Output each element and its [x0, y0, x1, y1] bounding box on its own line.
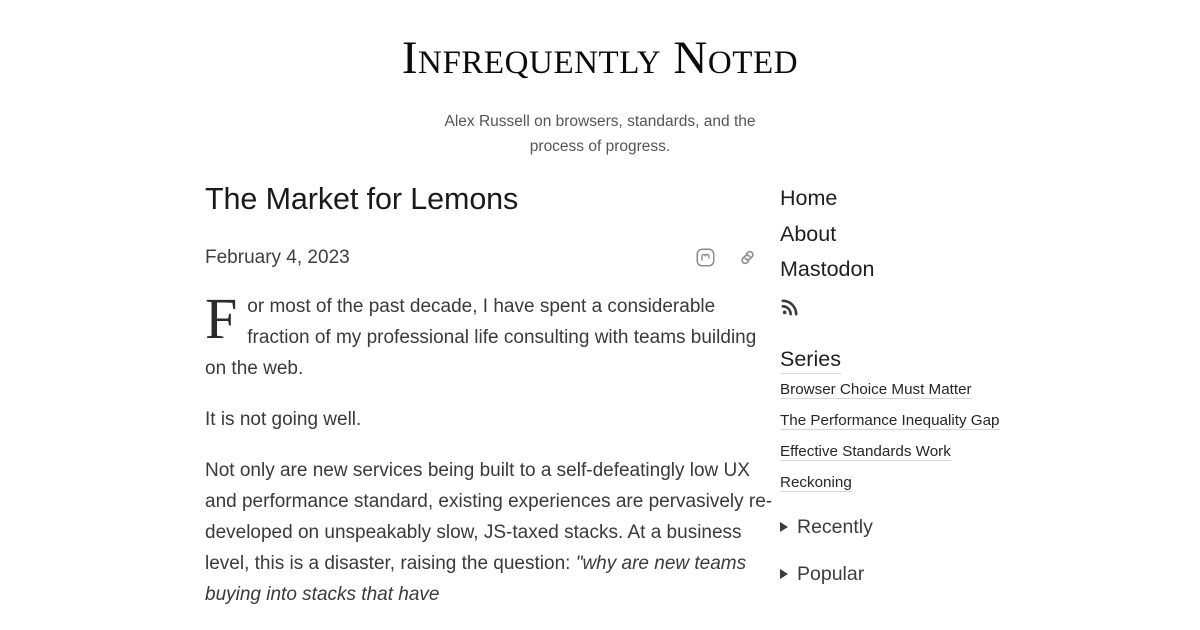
- series-link-performance-inequality-gap[interactable]: The Performance Inequality Gap: [780, 411, 1000, 430]
- post-title: The Market for Lemons: [205, 182, 519, 217]
- disclosure-label: Recently: [797, 515, 873, 538]
- post-paragraph: Not only are new services being built to…: [205, 455, 780, 610]
- nav-list: Home About Mastodon: [780, 181, 1000, 288]
- post-date: February 4, 2023: [205, 246, 350, 268]
- site-title: Infrequently Noted: [401, 32, 799, 84]
- post-meta: February 4, 2023: [205, 247, 780, 269]
- nav-link-about[interactable]: About: [780, 217, 1000, 253]
- series-link-reckoning[interactable]: Reckoning: [780, 473, 852, 492]
- list-item[interactable]: The Performance Inequality Gap: [780, 409, 1000, 432]
- sidebar-item-about[interactable]: About: [780, 217, 1000, 253]
- chevron-right-icon: [780, 568, 788, 579]
- series-link-browser-choice[interactable]: Browser Choice Must Matter: [780, 380, 972, 399]
- disclosure-recently[interactable]: Recently: [780, 513, 1000, 541]
- series-list: Browser Choice Must Matter The Performan…: [780, 378, 1000, 494]
- series-link-effective-standards-work[interactable]: Effective Standards Work: [780, 442, 951, 461]
- post-paragraph: For most of the past decade, I have spen…: [205, 285, 757, 379]
- sidebar-nav: Home About Mastodon: [780, 181, 1000, 319]
- sidebar-item-home[interactable]: Home: [780, 181, 1000, 217]
- nav-link-mastodon[interactable]: Mastodon: [780, 252, 1000, 288]
- list-item[interactable]: Browser Choice Must Matter: [780, 378, 1000, 401]
- site-header: Infrequently Noted Alex Russell on brows…: [0, 0, 1200, 159]
- page-columns: The Market for Lemons February 4, 2023 F…: [0, 181, 1200, 630]
- disclosure-popular[interactable]: Popular: [780, 560, 1000, 588]
- sidebar: Home About Mastodon Series Browser Choic…: [780, 181, 1000, 588]
- mastodon-icon[interactable]: [695, 247, 716, 268]
- article: The Market for Lemons February 4, 2023 F…: [205, 181, 780, 630]
- site-tagline: Alex Russell on browsers, standards, and…: [444, 113, 756, 156]
- post-paragraph: It is not going well.: [205, 408, 362, 430]
- chevron-right-icon: [780, 521, 788, 532]
- permalink-icon[interactable]: [737, 247, 758, 268]
- rss-icon[interactable]: [780, 288, 1000, 319]
- sidebar-item-mastodon[interactable]: Mastodon: [780, 252, 1000, 288]
- disclosure-label: Popular: [797, 562, 865, 585]
- list-item[interactable]: Reckoning: [780, 471, 1000, 494]
- post-body: For most of the past decade, I have spen…: [205, 285, 780, 610]
- nav-link-home[interactable]: Home: [780, 181, 1000, 217]
- post-actions: [695, 247, 780, 268]
- list-item[interactable]: Effective Standards Work: [780, 440, 1000, 463]
- series-heading: Series: [780, 345, 841, 374]
